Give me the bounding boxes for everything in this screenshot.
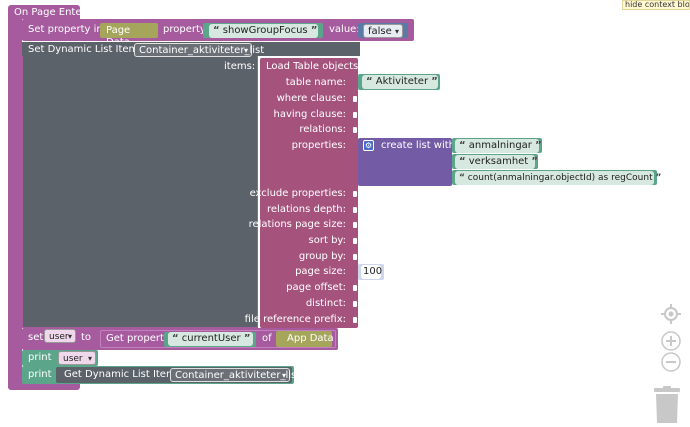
recenter-icon[interactable] [661,304,681,324]
zoom-in-icon[interactable] [661,331,681,351]
items-label: items: [224,61,256,72]
current-user-value: currentUser [181,333,241,344]
param-exclude-properties: exclude properties: [249,188,346,199]
param-table-name: table name: [285,77,346,88]
trash-icon[interactable] [653,386,681,424]
print-label: print [28,352,52,363]
app-data-label: App Data [287,333,334,344]
show-group-focus-field[interactable]: “ showGroupFocus ” [209,24,318,38]
close-quote-icon: ” [531,156,538,167]
close-quote-icon: ” [431,76,438,87]
open-quote-icon: “ [172,333,179,344]
param-relations: relations: [299,124,346,135]
list-item-value: count(anmalningar.objectId) as regCount [467,173,653,183]
input-socket[interactable] [353,112,357,118]
list-item-field-1[interactable]: “ anmalningar ” [455,139,542,153]
param-relations-depth: relations depth: [267,204,346,215]
param-properties: properties: [291,140,346,151]
to-label: to [81,332,92,343]
get-property-label: Get property [106,333,170,344]
value-label: value: [329,24,360,35]
close-quote-icon: ” [535,140,542,151]
page-size-value: 100 [363,266,383,277]
input-socket[interactable] [353,191,357,197]
current-user-field[interactable]: “ currentUser ” [168,332,253,346]
input-socket[interactable] [353,238,357,244]
property-label: property: [163,24,209,35]
open-quote-icon: “ [366,76,373,87]
list-item-field-3[interactable]: “ count(anmalningar.objectId) as regCoun… [455,171,661,185]
of-label: of [262,333,272,344]
open-quote-icon: “ [459,140,466,151]
get-list-name-dropdown[interactable]: Container_aktiviteter_list [170,368,300,383]
input-socket[interactable] [353,254,357,260]
print-user-var-name: user [63,354,83,364]
print-label-2: print [28,369,52,380]
input-socket[interactable] [353,96,357,102]
table-name-field[interactable]: “ Aktiviteter ” [362,75,438,89]
input-socket[interactable] [353,317,357,323]
list-name-dropdown[interactable]: Container_aktiviteter_list [134,43,264,58]
table-name-value: Aktiviteter [375,76,429,87]
property-name: showGroupFocus [222,25,308,36]
param-having-clause: having clause: [273,109,347,120]
list-item-value: verksamhet [468,156,529,167]
page-size-field[interactable]: 100 [361,265,383,279]
open-quote-icon: “ [459,173,465,183]
open-quote-icon: “ [213,25,220,36]
print-user-var-dropdown[interactable]: user [58,351,96,366]
set-label: set [28,332,44,343]
hide-context-block-hint[interactable]: hide context block [622,0,690,10]
param-file-reference-prefix: file reference prefix: [244,314,346,325]
close-quote-icon: ” [243,333,251,344]
event-title: On Page Enter [14,7,86,18]
false-value: false [368,26,392,37]
get-list-name-value: Container_aktiviteter_list [175,370,301,381]
list-name-value: Container_aktiviteter_list [139,45,265,56]
input-socket[interactable] [353,207,357,213]
input-socket[interactable] [353,127,357,133]
param-relations-page-size: relations page size: [248,219,346,230]
set-property-prefix: Set property in: [28,24,107,35]
list-item-field-2[interactable]: “ verksamhet ” [455,155,538,169]
event-spine [8,17,22,388]
param-page-offset: page offset: [286,282,346,293]
set-list-block[interactable] [22,42,258,328]
create-list-label: create list with [381,140,456,151]
zoom-out-icon[interactable] [661,352,681,372]
user-var-dropdown[interactable]: user [44,329,76,344]
list-settings-gear-icon[interactable]: ⚙ [363,140,374,151]
user-var-name: user [49,332,69,342]
input-socket[interactable] [353,222,357,228]
open-quote-icon: “ [459,156,466,167]
load-table-title: Load Table objects [266,61,359,72]
close-quote-icon: ” [655,173,662,183]
param-page-size: page size: [295,266,346,277]
param-sort-by: sort by: [308,235,346,246]
param-distinct: distinct: [305,298,346,309]
param-where-clause: where clause: [276,93,346,104]
param-group-by: group by: [298,251,346,262]
list-item-value: anmalningar [468,140,532,151]
false-dropdown[interactable]: false [363,24,403,39]
page-data-dropdown[interactable]: Page Data [106,25,154,48]
input-socket[interactable] [353,285,357,291]
input-socket[interactable] [353,301,357,307]
close-quote-icon: ” [310,25,318,36]
